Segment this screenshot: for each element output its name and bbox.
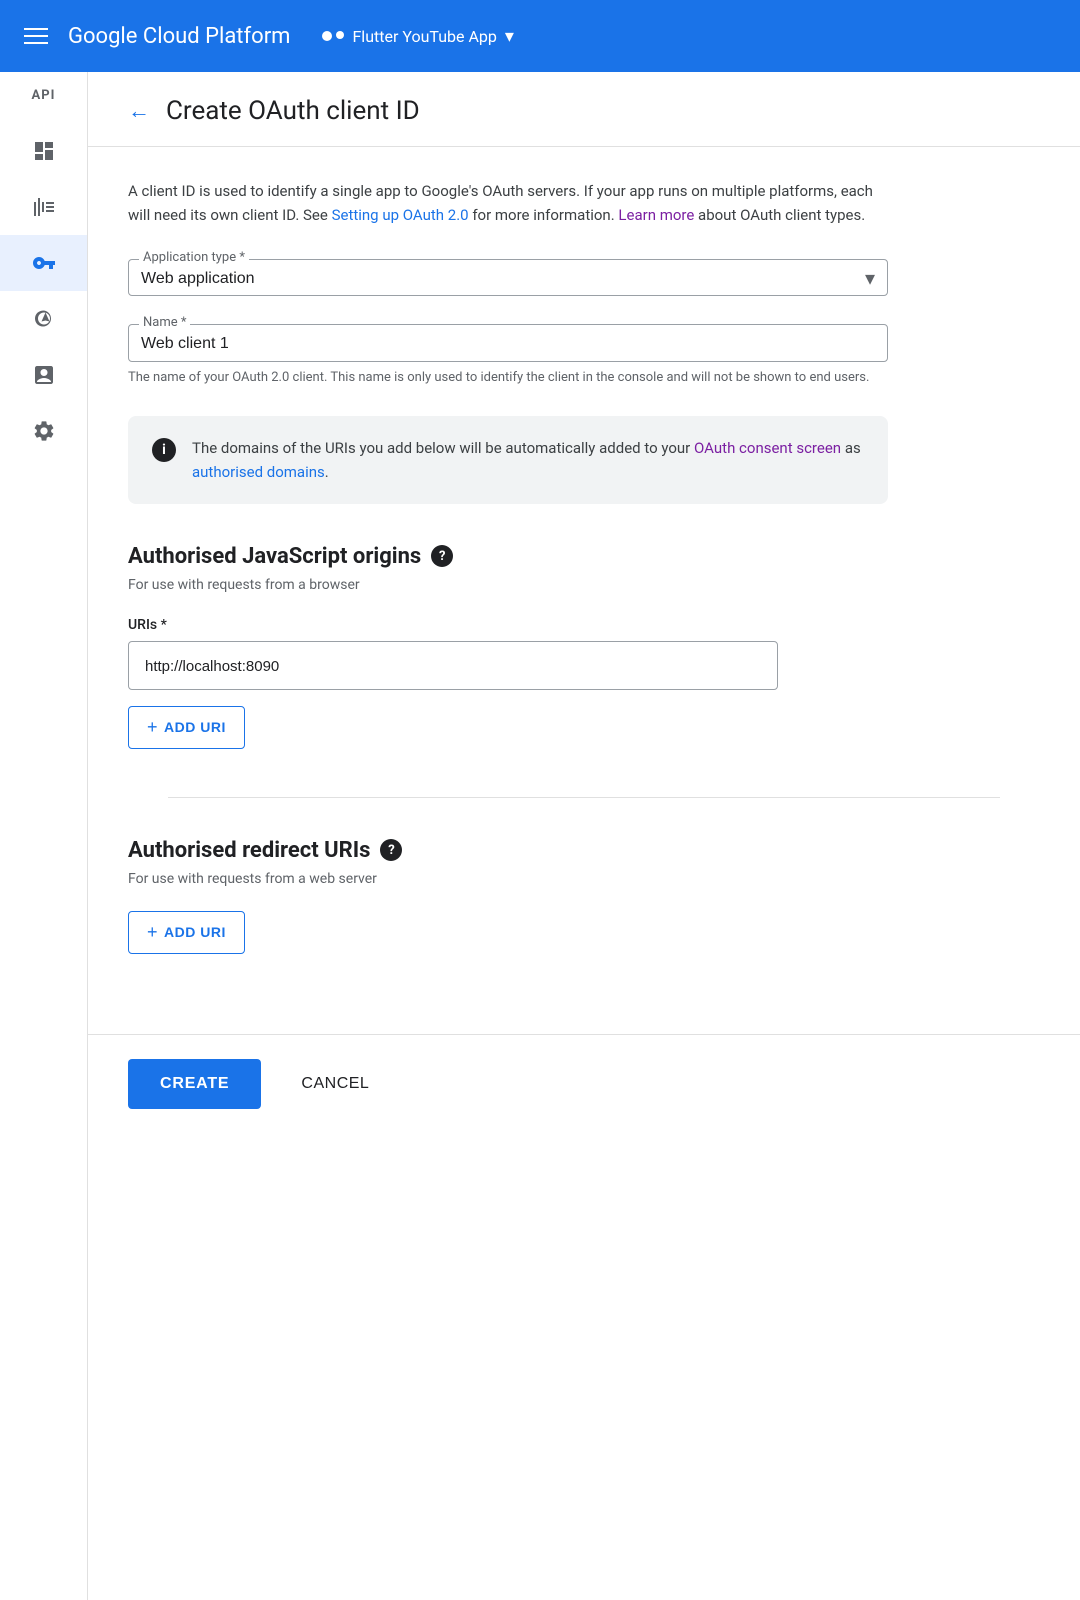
info-icon: i (152, 438, 176, 462)
project-name: Flutter YouTube App (352, 27, 496, 46)
create-button[interactable]: CREATE (128, 1059, 261, 1109)
sidebar-item-explore[interactable] (0, 291, 87, 347)
app-type-field: Application type * Web applicationAndroi… (128, 259, 888, 296)
plus-icon-2: + (147, 922, 158, 943)
chevron-down-icon: ▾ (505, 26, 514, 47)
settings-icon (32, 419, 56, 443)
js-origins-uri-field: URIs * (128, 617, 1040, 690)
name-input[interactable] (141, 335, 875, 353)
plus-icon: + (147, 717, 158, 738)
sidebar-item-dashboard[interactable] (0, 123, 87, 179)
js-origins-add-uri-button[interactable]: + ADD URI (128, 706, 245, 749)
redirect-uris-subtitle: For use with requests from a web server (128, 871, 1040, 887)
action-buttons: CREATE CANCEL (88, 1034, 1080, 1133)
app-layout: API (0, 72, 1080, 1600)
uri-input-wrapper (128, 641, 778, 690)
learn-more-link[interactable]: Learn more (618, 206, 694, 224)
app-type-wrapper: Application type * Web applicationAndroi… (128, 259, 888, 296)
cancel-button[interactable]: CANCEL (277, 1059, 393, 1109)
top-nav: Google Cloud Platform Flutter YouTube Ap… (0, 0, 1080, 72)
sidebar-item-library[interactable] (0, 179, 87, 235)
js-origins-help-icon[interactable]: ? (431, 545, 453, 567)
project-dots-icon (322, 31, 344, 41)
main-content: ← Create OAuth client ID A client ID is … (88, 72, 1080, 1600)
gcp-logo: Google Cloud Platform (68, 24, 290, 49)
redirect-uris-add-uri-label: ADD URI (164, 924, 226, 940)
sidebar: API (0, 72, 88, 1600)
oauth-consent-link[interactable]: OAuth consent screen (694, 439, 841, 457)
app-type-label: Application type * (139, 250, 249, 265)
js-origins-section: Authorised JavaScript origins ? For use … (128, 544, 1040, 749)
authorised-domains-link[interactable]: authorised domains (192, 463, 325, 481)
explore-icon (32, 307, 56, 331)
redirect-uris-section: Authorised redirect URIs ? For use with … (128, 838, 1040, 954)
info-box-text: The domains of the URIs you add below wi… (192, 436, 864, 484)
js-origins-uri-input[interactable] (145, 658, 761, 675)
name-label: Name * (139, 315, 190, 330)
dashboard-icon (32, 139, 56, 163)
page-title: Create OAuth client ID (166, 96, 420, 126)
oauth-setup-link[interactable]: Setting up OAuth 2.0 (332, 206, 469, 224)
api-label: API (32, 88, 56, 103)
menu-button[interactable] (24, 28, 48, 44)
app-type-select[interactable]: Web applicationAndroidiOSDesktop appTVs … (141, 270, 875, 287)
form-area: A client ID is used to identify a single… (88, 147, 1080, 1034)
library-icon (32, 195, 56, 219)
sidebar-item-tasks[interactable] (0, 347, 87, 403)
js-origins-title: Authorised JavaScript origins ? (128, 544, 1040, 569)
page-header: ← Create OAuth client ID (88, 72, 1080, 147)
info-box: i The domains of the URIs you add below … (128, 416, 888, 504)
name-hint: The name of your OAuth 2.0 client. This … (128, 368, 888, 388)
description-text: A client ID is used to identify a single… (128, 179, 888, 227)
redirect-uris-help-icon[interactable]: ? (380, 839, 402, 861)
uri-label: URIs * (128, 617, 1040, 633)
name-field: Name * The name of your OAuth 2.0 client… (128, 324, 888, 388)
key-icon (32, 251, 56, 275)
js-origins-subtitle: For use with requests from a browser (128, 577, 1040, 593)
sidebar-item-credentials[interactable] (0, 235, 87, 291)
sidebar-item-settings[interactable] (0, 403, 87, 459)
js-origins-add-uri-label: ADD URI (164, 719, 226, 735)
project-selector[interactable]: Flutter YouTube App ▾ (322, 26, 513, 47)
redirect-uris-title: Authorised redirect URIs ? (128, 838, 1040, 863)
section-divider (168, 797, 1000, 798)
name-wrapper: Name * (128, 324, 888, 362)
redirect-uris-add-uri-button[interactable]: + ADD URI (128, 911, 245, 954)
tasks-icon (32, 363, 56, 387)
back-button[interactable]: ← (128, 98, 150, 124)
